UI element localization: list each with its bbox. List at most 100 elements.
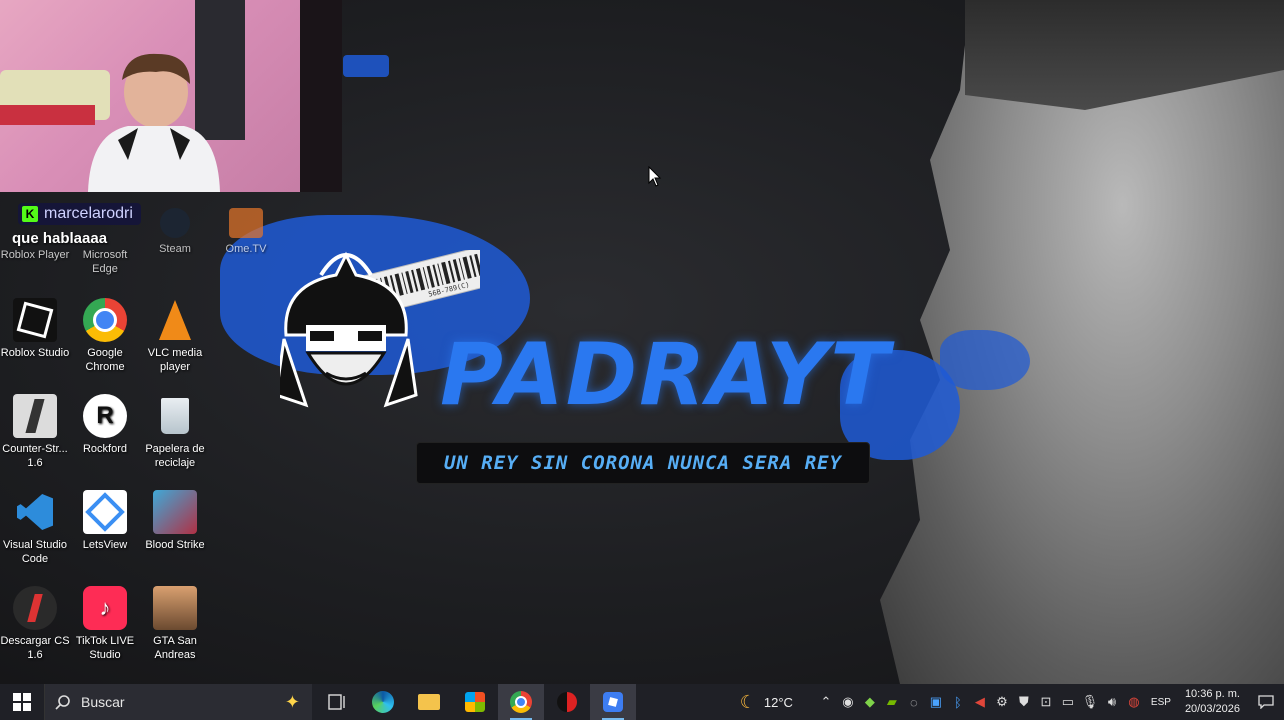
microphone-icon[interactable]: 🎙︎ (1079, 684, 1101, 720)
desktop-icon-label: VLC media player (147, 347, 203, 373)
slogan-text: UN REY SIN CORONA NUNCA SERA REY (443, 452, 843, 474)
tray-app-icon[interactable]: ◆ (859, 684, 881, 720)
taskbar-search[interactable]: Buscar ✦ (44, 684, 312, 720)
chat-username: marcelarodri (44, 205, 133, 222)
ometv-icon (229, 208, 263, 238)
gta-icon (153, 586, 197, 630)
chrome-icon (83, 298, 127, 342)
taskbar-clock[interactable]: 10:36 p. m. 20/03/2026 (1185, 687, 1240, 717)
desktop-icon-rockford[interactable]: R Rockford (70, 394, 140, 456)
bluetooth-icon[interactable]: ᛒ (947, 684, 969, 720)
roblox-studio-icon (13, 298, 57, 342)
desktop-icon-letsview[interactable]: LetsView (70, 490, 140, 552)
desktop-icon-label: Papelera de reciclaje (145, 443, 205, 469)
weather-widget[interactable]: ☾ 12°C (740, 692, 793, 713)
media-app-icon (557, 692, 577, 712)
recycle-bin-icon (153, 394, 197, 438)
mouse-cursor-icon (648, 166, 662, 187)
vscode-icon (13, 490, 57, 534)
desktop-icon-label: Google Chrome (85, 347, 125, 373)
taskbar-media-app[interactable] (544, 684, 590, 720)
desktop-icon-chrome[interactable]: Google Chrome (70, 298, 140, 374)
taskbar-edge[interactable] (360, 684, 406, 720)
weather-temp: 12°C (763, 694, 793, 710)
counter-strike-icon (13, 394, 57, 438)
desktop-icon-label: Roblox Player (0, 249, 70, 261)
chrome-icon (510, 691, 532, 713)
taskbar-file-explorer[interactable] (406, 684, 452, 720)
desktop-icon-recycle-bin[interactable]: Papelera de reciclaje (140, 394, 210, 470)
letsview-icon (83, 490, 127, 534)
taskbar-roblox[interactable] (590, 684, 636, 720)
desktop-icon-label: Ome.TV (225, 243, 267, 255)
kick-badge-icon: K (22, 206, 38, 222)
steam-tray-icon[interactable]: ⚙ (991, 684, 1013, 720)
desktop-icon-label: TikTok LIVE Studio (75, 635, 135, 661)
tray-hidden-icon[interactable]: ◌ (903, 684, 925, 720)
desktop-icon-edge[interactable]: Microsoft Edge (70, 248, 140, 276)
nvidia-icon[interactable]: ▰ (881, 684, 903, 720)
desktop-icon-steam[interactable]: Steam (140, 208, 210, 256)
volume-icon[interactable]: 🔊︎ (1101, 684, 1123, 720)
task-view-button[interactable] (314, 684, 360, 720)
rockford-icon: R (83, 394, 127, 438)
desktop-icon-tiktok-live[interactable]: ♪ TikTok LIVE Studio (70, 586, 140, 662)
search-highlight-icon: ✦ (284, 691, 300, 712)
tray-app-icon[interactable]: ▣ (925, 684, 947, 720)
search-placeholder: Buscar (81, 694, 125, 710)
desktop-icon-gta-sa[interactable]: GTA San Andreas (140, 586, 210, 662)
wallpaper-splash (940, 330, 1030, 390)
notifications-icon[interactable] (1248, 684, 1284, 720)
system-tray: ☾ 12°C ⌃ ◉ ◆ ▰ ◌ ▣ ᛒ ◀ ⚙ ⛊ ⊡ ▭ 🎙︎ 🔊︎ ◍ E… (740, 684, 1284, 720)
webcam-overlay (0, 0, 342, 192)
desktop-icon-label: Visual Studio Code (2, 539, 67, 565)
tray-app-icon[interactable]: ◀ (969, 684, 991, 720)
tray-app-icon[interactable]: ⊡ (1035, 684, 1057, 720)
desktop-icon-roblox-player[interactable]: Roblox Player (0, 248, 70, 262)
cs-download-icon (13, 586, 57, 630)
clock-date: 20/03/2026 (1184, 703, 1240, 715)
desktop-icon-label: Roblox Studio (0, 347, 70, 359)
brand-title: PADRAYT (440, 325, 891, 425)
desktop-icon-counter-strike[interactable]: Counter-Str... 1.6 (0, 394, 70, 470)
start-button[interactable] (0, 684, 44, 720)
wallpaper-splash (343, 55, 389, 77)
taskbar-store[interactable] (452, 684, 498, 720)
desktop-icon-label: GTA San Andreas (153, 635, 197, 661)
slogan-box: UN REY SIN CORONA NUNCA SERA REY (416, 442, 870, 484)
vlc-icon (153, 298, 197, 342)
desktop-icon-vscode[interactable]: Visual Studio Code (0, 490, 70, 566)
discord-icon[interactable]: ◉ (837, 684, 859, 720)
desktop-icon-label: LetsView (82, 539, 128, 551)
desktop-icon-blood-strike[interactable]: Blood Strike (140, 490, 210, 552)
desktop-icon-roblox-studio[interactable]: Roblox Studio (0, 298, 70, 360)
desktop-icon-label: Blood Strike (145, 539, 205, 551)
tray-app-icon[interactable]: ◍ (1123, 684, 1145, 720)
windows-logo-icon (13, 693, 31, 711)
desktop-icon-label: Steam (159, 243, 191, 255)
desktop: 56B-789(C) PADRAYT UN REY SIN CORONA NUN… (0, 0, 1284, 684)
blood-strike-icon (153, 490, 197, 534)
tray-chevron-up-icon[interactable]: ⌃ (815, 684, 837, 720)
clock-time: 10:36 p. m. (1184, 688, 1240, 700)
desktop-icon-ometv[interactable]: Ome.TV (211, 208, 281, 256)
desktop-icon-label: Counter-Str... 1.6 (2, 443, 68, 469)
desktop-icon-cs-download[interactable]: Descargar CS 1.6 (0, 586, 70, 662)
desktop-icon-label: Descargar CS 1.6 (0, 635, 70, 661)
desktop-icon-vlc[interactable]: VLC media player (140, 298, 210, 374)
notification-bubble-icon (1258, 695, 1274, 709)
steam-icon (160, 208, 190, 238)
tray-app-icon[interactable]: ⛊ (1013, 684, 1035, 720)
desktop-icon-label: Microsoft Edge (82, 249, 128, 275)
network-icon[interactable]: ▭ (1057, 684, 1079, 720)
edge-icon (372, 691, 394, 713)
store-icon (465, 692, 485, 712)
roblox-icon (603, 692, 623, 712)
desktop-icon-label: Rockford (82, 443, 128, 455)
taskbar-chrome[interactable] (498, 684, 544, 720)
tiktok-icon: ♪ (83, 586, 127, 630)
search-icon (55, 695, 70, 710)
input-language[interactable]: ESP (1151, 697, 1171, 708)
taskbar: Buscar ✦ ☾ 12°C ⌃ ◉ ◆ ▰ ◌ ▣ ᛒ ◀ ⚙ ⛊ ⊡ ▭ … (0, 684, 1284, 720)
streamer-silhouette (88, 53, 220, 192)
